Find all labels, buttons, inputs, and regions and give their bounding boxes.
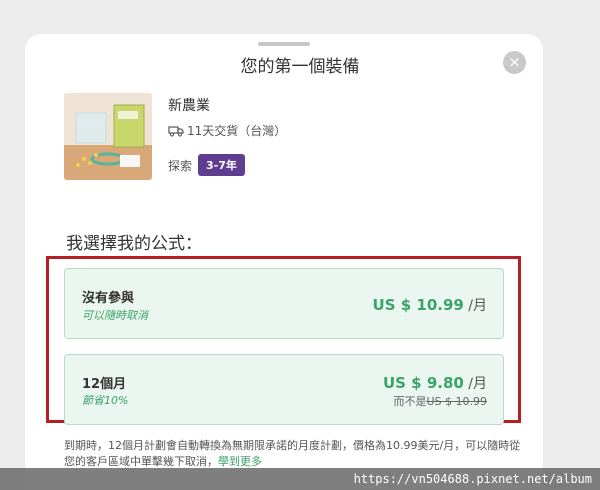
- close-icon[interactable]: ×: [503, 51, 526, 74]
- plan-price-unit: /月: [463, 298, 487, 314]
- original-amount: US $ 10.99: [426, 395, 487, 408]
- age-row: 探索 3-7年: [168, 154, 245, 176]
- plan-price: US $ 10.99 /月: [373, 295, 487, 315]
- shipping-text: 11天交貨（台灣）: [187, 124, 287, 138]
- truck-icon: [168, 126, 184, 137]
- age-badge: 3-7年: [198, 154, 245, 176]
- product-image: [64, 93, 152, 180]
- terms-note: 到期時，12個月計劃會自動轉換為無期限承諾的月度計劃，價格為10.99美元/月，…: [64, 438, 524, 470]
- plan-price-amount: US $ 9.80: [382, 374, 464, 392]
- drag-handle[interactable]: [258, 42, 310, 46]
- plan-name: 12個月: [82, 377, 127, 392]
- original-prefix: 而不是: [393, 395, 427, 408]
- shipping-info: 11天交貨（台灣）: [168, 122, 286, 139]
- plan-heading: 我選擇我的公式：: [66, 234, 202, 254]
- watermark: https://vn504688.pixnet.net/album: [0, 468, 600, 490]
- plan-option-no-commitment[interactable]: 沒有參與 可以隨時取消 US $ 10.99 /月: [64, 268, 504, 339]
- plan-name: 沒有參與: [82, 291, 135, 306]
- terms-text: 到期時，12個月計劃會自動轉換為無期限承諾的月度計劃，價格為10.99美元/月，…: [64, 439, 521, 468]
- plan-subtitle: 可以隨時取消: [82, 309, 148, 322]
- plan-option-12-months[interactable]: 12個月 節省10% US $ 9.80 /月 而不是US $ 10.99: [64, 354, 504, 425]
- plan-subtitle: 節省10%: [82, 394, 129, 407]
- tag-label: 探索: [168, 159, 193, 173]
- plan-original-price: 而不是US $ 10.99: [393, 393, 487, 409]
- learn-more-link[interactable]: 學到更多: [218, 455, 262, 468]
- product-name: 新農業: [168, 98, 210, 114]
- plan-price: US $ 9.80 /月: [383, 373, 487, 393]
- plan-price-unit: /月: [463, 376, 487, 392]
- plan-price-amount: US $ 10.99: [372, 296, 464, 314]
